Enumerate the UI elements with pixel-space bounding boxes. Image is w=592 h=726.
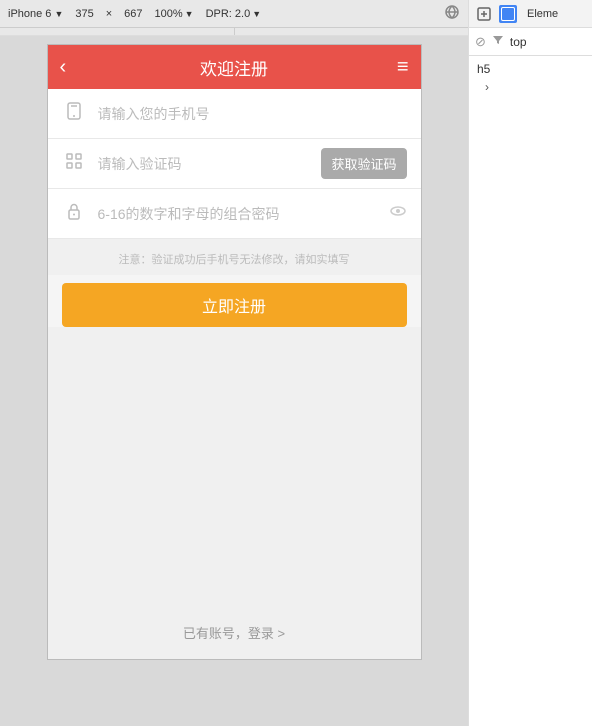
phone-area: ‹ 欢迎注册 ≡ bbox=[0, 36, 468, 726]
register-button[interactable]: 立即注册 bbox=[62, 283, 407, 327]
password-input[interactable] bbox=[98, 206, 377, 222]
devtools-cursor-tab[interactable] bbox=[475, 5, 493, 23]
menu-button[interactable]: ≡ bbox=[397, 56, 409, 79]
browser-panel: iPhone 6 ▼ 375 × 667 100% ▼ DPR: 2.0 ▼ bbox=[0, 0, 468, 726]
toolbar-dpr[interactable]: DPR: 2.0 ▼ bbox=[206, 8, 262, 20]
devtools-arrow-row: › bbox=[477, 78, 584, 96]
empty-space bbox=[48, 327, 421, 607]
verify-field: 获取验证码 bbox=[48, 139, 421, 189]
toolbar-x: × bbox=[106, 8, 112, 20]
browser-toolbar: iPhone 6 ▼ 375 × 667 100% ▼ DPR: 2.0 ▼ bbox=[0, 0, 468, 28]
expand-arrow[interactable]: › bbox=[485, 80, 489, 94]
no-entry-icon[interactable]: ⊘ bbox=[475, 34, 486, 50]
devtools-element-h5: h5 bbox=[477, 60, 584, 78]
phone-input[interactable] bbox=[98, 106, 407, 122]
phone-field bbox=[48, 89, 421, 139]
back-button[interactable]: ‹ bbox=[60, 56, 67, 79]
notice-area: 注意：验证成功后手机号无法修改，请如实填写 bbox=[48, 239, 421, 275]
elements-tab-label: Eleme bbox=[527, 8, 558, 20]
toolbar-zoom[interactable]: 100% ▼ bbox=[155, 8, 194, 20]
get-verify-code-button[interactable]: 获取验证码 bbox=[321, 148, 406, 179]
device-mode-icon[interactable] bbox=[444, 4, 460, 23]
app-header: ‹ 欢迎注册 ≡ bbox=[48, 45, 421, 89]
grid-icon bbox=[62, 151, 86, 176]
devtools-panel: Eleme ⊘ top h5 › bbox=[468, 0, 592, 726]
login-link-area: 已有账号，登录 > bbox=[48, 607, 421, 659]
devtools-filter-bar: ⊘ top bbox=[469, 28, 592, 56]
devtools-content: h5 › bbox=[469, 56, 592, 726]
login-link[interactable]: 已有账号，登录 > bbox=[183, 626, 285, 641]
toolbar-height: 667 bbox=[124, 8, 142, 20]
device-selector[interactable]: iPhone 6 ▼ bbox=[8, 8, 63, 20]
page-title: 欢迎注册 bbox=[200, 55, 268, 80]
password-field bbox=[48, 189, 421, 239]
phone-frame: ‹ 欢迎注册 ≡ bbox=[47, 44, 422, 660]
toolbar-divider: 375 bbox=[75, 8, 93, 20]
devtools-elements-tab[interactable] bbox=[499, 5, 517, 23]
notice-text: 注意：验证成功后手机号无法修改，请如实填写 bbox=[62, 251, 407, 267]
devtools-tabs: Eleme bbox=[469, 0, 592, 28]
phone-screen: ‹ 欢迎注册 ≡ bbox=[48, 45, 421, 659]
filter-text: top bbox=[510, 35, 527, 49]
verify-input[interactable] bbox=[98, 156, 310, 172]
phone-icon bbox=[62, 101, 86, 126]
ruler-strip bbox=[0, 28, 468, 36]
lock-icon bbox=[62, 201, 86, 226]
eye-icon[interactable] bbox=[389, 202, 407, 225]
funnel-icon[interactable] bbox=[492, 34, 504, 49]
